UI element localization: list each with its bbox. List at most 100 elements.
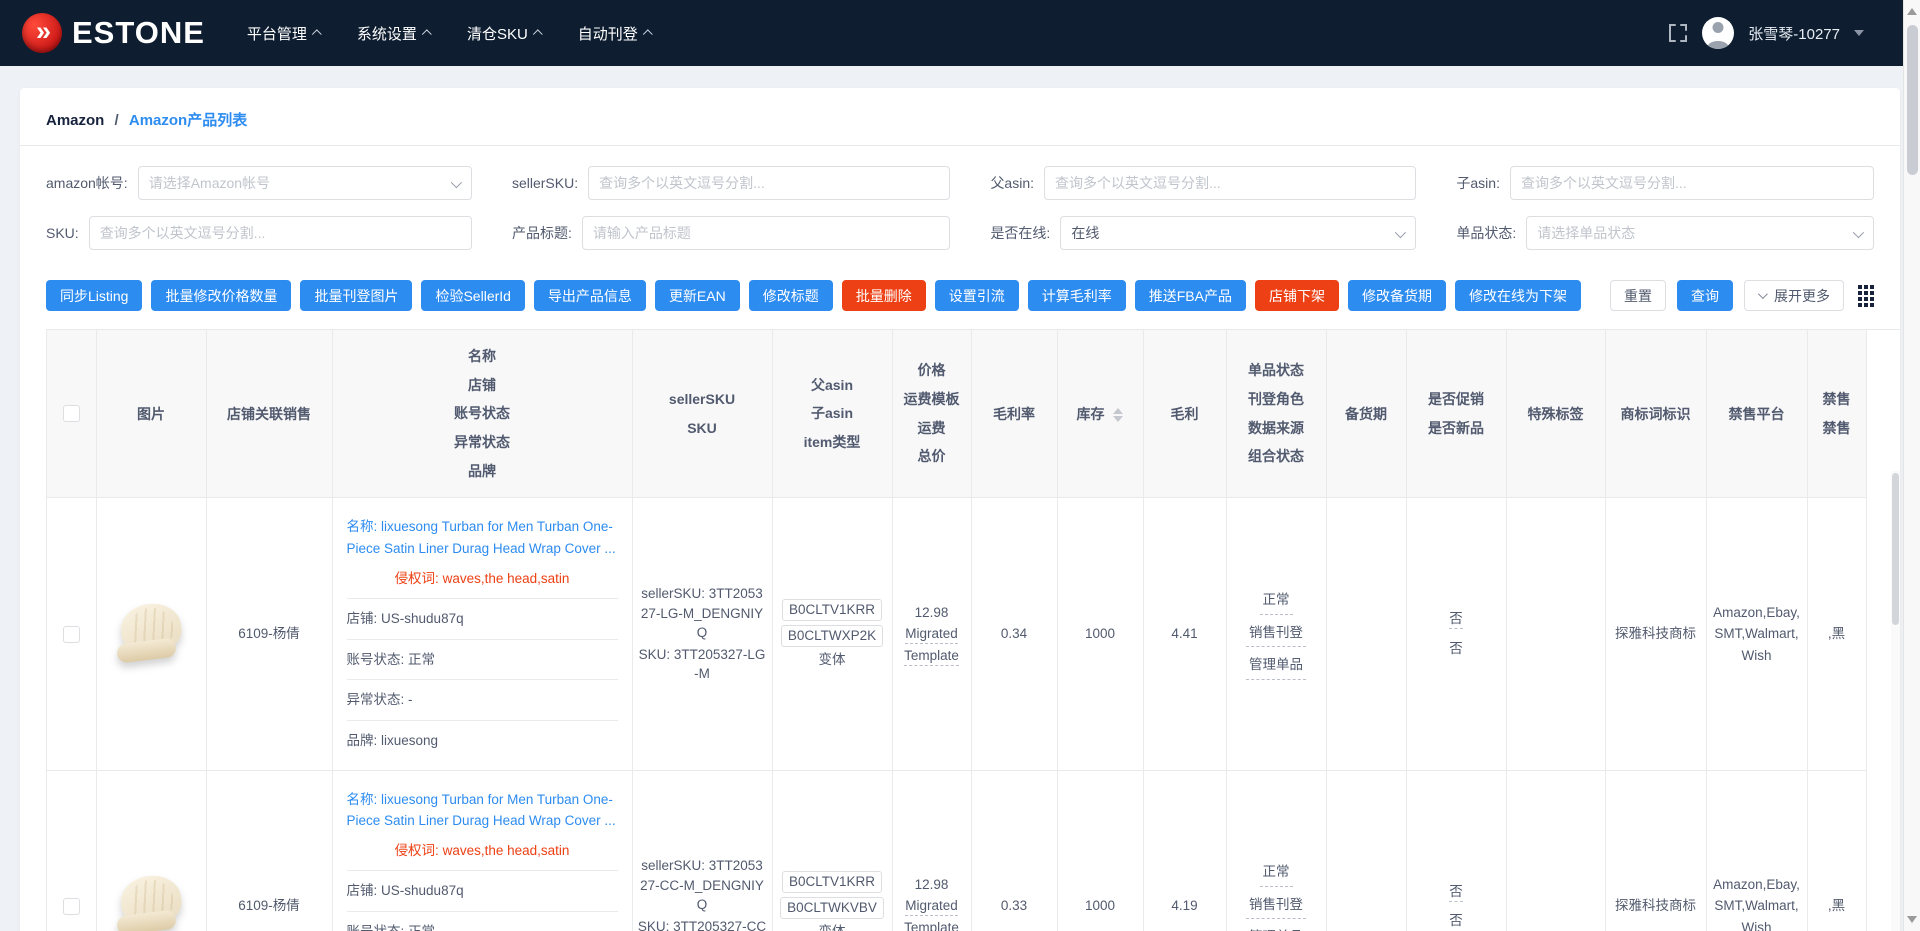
product-table: 图片 店铺关联销售 名称店铺 账号状态异常状态 品牌 sellerSKUSKU … bbox=[47, 330, 1867, 931]
batch-publish-image-button[interactable]: 批量刊登图片 bbox=[300, 280, 412, 311]
push-fba-button[interactable]: 推送FBA产品 bbox=[1135, 280, 1246, 311]
table-header-row: 图片 店铺关联销售 名称店铺 账号状态异常状态 品牌 sellerSKUSKU … bbox=[47, 330, 1866, 498]
calc-margin-button[interactable]: 计算毛利率 bbox=[1028, 280, 1126, 311]
username[interactable]: 张雪琴-10277 bbox=[1748, 23, 1840, 44]
edit-lead-time-button[interactable]: 修改备货期 bbox=[1348, 280, 1446, 311]
filter-label: 是否在线: bbox=[990, 223, 1050, 243]
child-asin-tag[interactable]: B0CLTWKVBV bbox=[780, 897, 884, 919]
set-online-to-delist-button[interactable]: 修改在线为下架 bbox=[1455, 280, 1581, 311]
menu-item-system[interactable]: 系统设置 bbox=[357, 23, 431, 44]
brand-logo: » ESTONE bbox=[22, 13, 205, 53]
product-title-link[interactable]: 名称: lixuesong Turban for Men Turban One-… bbox=[347, 516, 618, 559]
expand-more-button[interactable]: 展开更多 bbox=[1744, 280, 1844, 311]
header-image: 图片 bbox=[96, 330, 206, 498]
name-info-cell: 名称: lixuesong Turban for Men Turban One-… bbox=[332, 770, 632, 931]
menu-item-label: 系统设置 bbox=[357, 23, 417, 44]
sync-listing-button[interactable]: 同步Listing bbox=[46, 280, 142, 311]
amazon-account-select[interactable]: 请选择Amazon帐号 bbox=[138, 166, 472, 200]
header-special-tag: 特殊标签 bbox=[1506, 330, 1605, 498]
chevron-down-icon bbox=[1853, 227, 1864, 238]
main-menu: 平台管理 系统设置 清仓SKU 自动刊登 bbox=[247, 23, 652, 44]
is-promo[interactable]: 否 bbox=[1449, 611, 1463, 629]
filter-child-asin: 子asin: bbox=[1456, 166, 1874, 200]
set-traffic-button[interactable]: 设置引流 bbox=[935, 280, 1019, 311]
asin-cell: B0CLTV1KRR B0CLTWKVBV 变体 bbox=[772, 770, 892, 931]
sort-icon[interactable] bbox=[1113, 408, 1123, 422]
trademark-cell: 探雅科技商标 bbox=[1605, 498, 1706, 770]
filter-label: 产品标题: bbox=[512, 223, 572, 243]
child-asin-input[interactable] bbox=[1510, 166, 1874, 200]
scroll-down-arrow-icon[interactable] bbox=[1907, 916, 1917, 923]
parent-asin-input[interactable] bbox=[1044, 166, 1416, 200]
brand-line: 品牌: lixuesong bbox=[347, 730, 618, 752]
page-content: Amazon / Amazon产品列表 amazon帐号: 请选择Amazon帐… bbox=[20, 88, 1900, 931]
filter-sku: SKU: bbox=[46, 216, 472, 250]
header-promo-block: 是否促销是否新品 bbox=[1406, 330, 1506, 498]
product-title-input[interactable] bbox=[582, 216, 951, 250]
is-promo[interactable]: 否 bbox=[1449, 884, 1463, 902]
edit-title-button[interactable]: 修改标题 bbox=[749, 280, 833, 311]
seller-sku-cell: sellerSKU: 3TT205327-CC-M_DENGNIYQ SKU: … bbox=[632, 770, 772, 931]
parent-asin-tag[interactable]: B0CLTV1KRR bbox=[782, 599, 882, 621]
freight-template[interactable]: Migrated Template bbox=[904, 898, 959, 931]
reset-button[interactable]: 重置 bbox=[1610, 280, 1666, 311]
seller-sku-input[interactable] bbox=[588, 166, 950, 200]
row-checkbox[interactable] bbox=[63, 898, 80, 915]
update-ean-button[interactable]: 更新EAN bbox=[655, 280, 740, 311]
column-settings-icon[interactable] bbox=[1858, 285, 1874, 307]
manage-item[interactable]: 管理单品 bbox=[1246, 653, 1306, 680]
verify-sellerid-button[interactable]: 检验SellerId bbox=[421, 280, 524, 311]
chevron-down-icon bbox=[1395, 227, 1406, 238]
product-image[interactable] bbox=[114, 604, 188, 664]
menu-item-auto-listing[interactable]: 自动刊登 bbox=[578, 23, 652, 44]
breadcrumb-current[interactable]: Amazon产品列表 bbox=[129, 112, 247, 129]
infringing-words: 侵权词: waves,the head,satin bbox=[347, 568, 618, 590]
table-scrollbar[interactable] bbox=[1891, 471, 1900, 931]
child-asin-tag[interactable]: B0CLTWXP2K bbox=[781, 625, 883, 647]
stock-cell: 1000 bbox=[1057, 770, 1143, 931]
listing-role[interactable]: 销售刊登 bbox=[1246, 621, 1306, 648]
listing-role[interactable]: 销售刊登 bbox=[1246, 893, 1306, 920]
freight-template[interactable]: Migrated Template bbox=[904, 626, 959, 666]
item-status[interactable]: 正常 bbox=[1260, 860, 1293, 887]
product-image[interactable] bbox=[114, 876, 188, 931]
sku-value: SKU: 3TT205327-CC-M bbox=[638, 917, 767, 931]
item-status-select[interactable]: 请选择单品状态 bbox=[1526, 216, 1874, 250]
table-scrollbar-thumb[interactable] bbox=[1892, 473, 1899, 625]
user-avatar[interactable] bbox=[1702, 17, 1734, 49]
header-store-sales: 店铺关联销售 bbox=[206, 330, 332, 498]
special-tag-cell bbox=[1506, 498, 1605, 770]
window-scrollbar-thumb[interactable] bbox=[1907, 25, 1918, 175]
menu-item-clearance-sku[interactable]: 清仓SKU bbox=[467, 23, 542, 44]
seller-sku-cell: sellerSKU: 3TT205327-LG-M_DENGNIYQ SKU: … bbox=[632, 498, 772, 770]
select-all-checkbox[interactable] bbox=[63, 405, 80, 422]
product-title-link[interactable]: 名称: lixuesong Turban for Men Turban One-… bbox=[347, 789, 618, 832]
scroll-up-arrow-icon[interactable] bbox=[1907, 8, 1917, 15]
filter-is-online: 是否在线: 在线 bbox=[990, 216, 1416, 250]
is-new: 否 bbox=[1412, 910, 1501, 931]
chevron-down-icon[interactable] bbox=[1854, 30, 1864, 36]
row-select-cell bbox=[47, 770, 96, 931]
item-status-cell: 正常 销售刊登 管理单品 bbox=[1226, 498, 1326, 770]
item-status-cell: 正常 销售刊登 管理单品 bbox=[1226, 770, 1326, 931]
row-checkbox[interactable] bbox=[63, 626, 80, 643]
filter-label: 单品状态: bbox=[1456, 223, 1516, 243]
header-name-block: 名称店铺 账号状态异常状态 品牌 bbox=[332, 330, 632, 498]
parent-asin-tag[interactable]: B0CLTV1KRR bbox=[782, 871, 882, 893]
window-scrollbar[interactable] bbox=[1903, 0, 1920, 931]
batch-delete-button[interactable]: 批量删除 bbox=[842, 280, 926, 311]
sku-input[interactable] bbox=[89, 216, 472, 250]
export-product-info-button[interactable]: 导出产品信息 bbox=[534, 280, 646, 311]
menu-item-label: 清仓SKU bbox=[467, 23, 528, 44]
search-button[interactable]: 查询 bbox=[1677, 280, 1733, 311]
store-delist-button[interactable]: 店铺下架 bbox=[1255, 280, 1339, 311]
item-status[interactable]: 正常 bbox=[1260, 588, 1293, 615]
manage-item[interactable]: 管理单品 bbox=[1246, 925, 1306, 931]
divider bbox=[347, 720, 618, 721]
menu-item-platform[interactable]: 平台管理 bbox=[247, 23, 321, 44]
fullscreen-icon[interactable] bbox=[1668, 23, 1688, 43]
is-online-select[interactable]: 在线 bbox=[1060, 216, 1416, 250]
header-stock[interactable]: 库存 bbox=[1057, 330, 1143, 498]
filter-label: sellerSKU: bbox=[512, 175, 578, 191]
batch-edit-price-qty-button[interactable]: 批量修改价格数量 bbox=[151, 280, 291, 311]
